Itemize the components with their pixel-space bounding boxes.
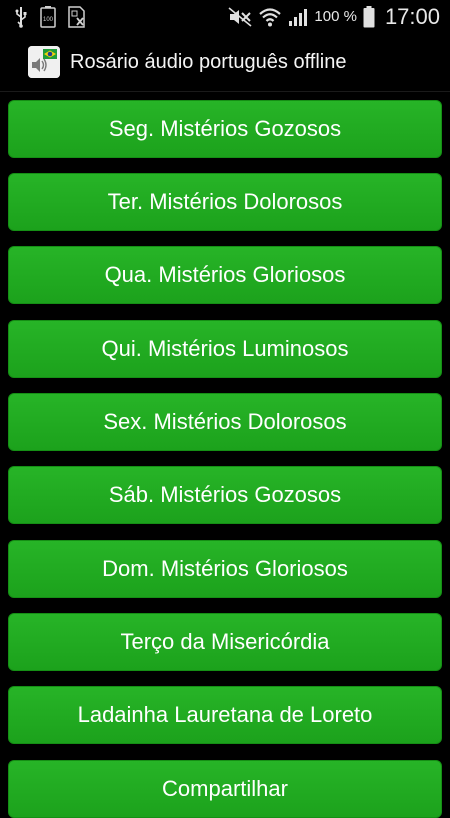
menu-button-ter-dolorosos[interactable]: Ter. Mistérios Dolorosos	[8, 173, 442, 231]
status-bar: 100 100 % 17:00	[0, 0, 450, 33]
menu-button-dom-gloriosos[interactable]: Dom. Mistérios Gloriosos	[8, 540, 442, 598]
mute-icon	[228, 5, 252, 29]
menu-button-ladainha-lauretana[interactable]: Ladainha Lauretana de Loreto	[8, 686, 442, 744]
status-left-group: 100	[14, 5, 228, 29]
battery-percent-label: 100 %	[314, 8, 357, 25]
app-icon[interactable]	[28, 46, 60, 78]
share-button[interactable]: Compartilhar	[8, 760, 442, 818]
app-bar: Rosário áudio português offline	[0, 33, 450, 92]
no-sim-icon	[68, 5, 86, 29]
menu-button-qua-gloriosos[interactable]: Qua. Mistérios Gloriosos	[8, 246, 442, 304]
clock-time: 17:00	[384, 3, 440, 29]
menu-button-terco-misericordia[interactable]: Terço da Misericórdia	[8, 613, 442, 671]
menu-button-qui-luminosos[interactable]: Qui. Mistérios Luminosos	[8, 320, 442, 378]
small-battery-label: 100	[43, 17, 54, 23]
battery-icon	[363, 5, 375, 29]
usb-icon	[14, 5, 28, 29]
menu-button-sab-gozosos[interactable]: Sáb. Mistérios Gozosos	[8, 466, 442, 524]
app-title: Rosário áudio português offline	[70, 50, 347, 73]
signal-icon	[288, 5, 308, 29]
battery-status-icon: 100	[40, 5, 56, 29]
status-right-group: 100 % 17:00	[228, 4, 440, 30]
wifi-icon	[258, 5, 282, 29]
menu-button-seg-gozosos[interactable]: Seg. Mistérios Gozosos	[8, 100, 442, 158]
menu-button-sex-dolorosos[interactable]: Sex. Mistérios Dolorosos	[8, 393, 442, 451]
